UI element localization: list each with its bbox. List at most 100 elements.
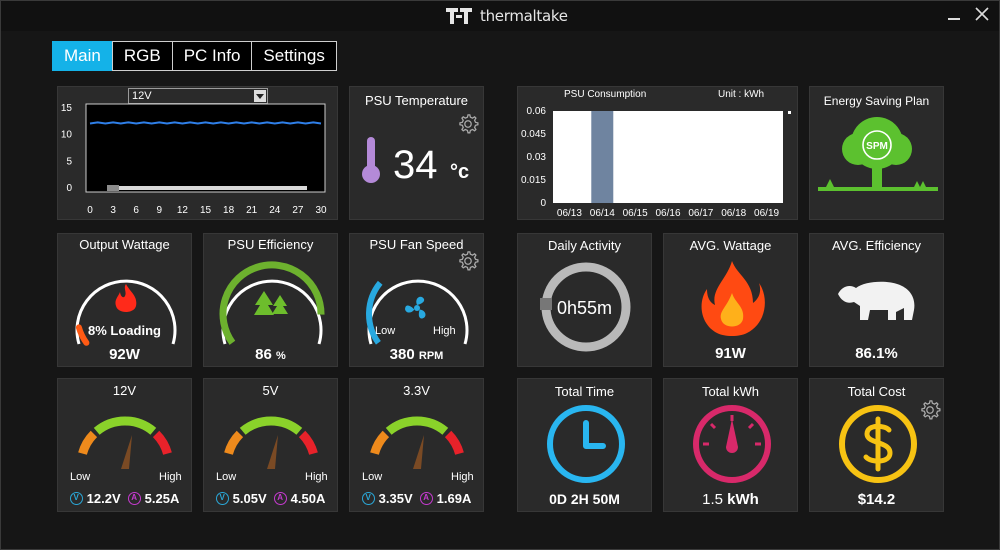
main-tabs: Main RGB PC Info Settings (52, 41, 337, 71)
clock-icon (547, 405, 625, 483)
gauge-segment (152, 430, 172, 455)
y-tick-label: 0 (540, 198, 546, 209)
x-tick-label: 06/19 (754, 208, 779, 219)
rail-line-chart: 0 3 6 9 12 15 18 21 24 27 30 0 5 10 15 (61, 103, 327, 216)
daily-activity-title: Daily Activity (548, 238, 621, 253)
rail-chart-panel: 12V 0 3 6 9 12 15 18 21 24 27 30 0 5 10 15 (57, 86, 338, 220)
x-tick-label: 18 (223, 205, 235, 216)
fan-icon (405, 296, 426, 319)
rail-5v-panel: 5V Low High V 5.05V A 4.50A (203, 378, 338, 512)
output-wattage-value: 92W (109, 346, 140, 363)
tab-settings[interactable]: Settings (251, 41, 337, 71)
rail-12v-voltage: 12.2V (86, 491, 121, 506)
total-cost-title: Total Cost (847, 384, 906, 399)
rail-3v3-voltage: 3.35V (378, 491, 413, 506)
bar-06/14 (591, 111, 614, 203)
gauge-segment (444, 430, 464, 455)
psu-efficiency-panel: PSU Efficiency 86 % (203, 233, 338, 367)
total-cost-panel: Total Cost $14.2 (809, 378, 944, 512)
voltage-icon: V (361, 492, 375, 505)
brand: thermaltake (446, 7, 568, 25)
fire-icon (115, 284, 137, 312)
rail-5v-current: 4.50A (290, 491, 326, 506)
avg-wattage-title: AVG. Wattage (689, 238, 772, 253)
x-tick-label: 06/14 (590, 208, 615, 219)
consumption-bar-chart: 0 0.015 0.03 0.045 0.06 06/13 06/14 06/15 06/16 0… (521, 106, 783, 219)
daily-activity-panel: Daily Activity 0h55m (517, 233, 652, 367)
total-kwh-title: Total kWh (701, 384, 760, 399)
gauge-needle (413, 435, 424, 469)
x-tick-label: 9 (157, 205, 163, 216)
tab-rgb[interactable]: RGB (111, 41, 173, 71)
app-window: thermaltake Main RGB PC Info Settings 12… (0, 0, 1000, 550)
x-tick-label: 06/13 (557, 208, 582, 219)
rail-3v3-title: 3.3V (403, 383, 430, 398)
gauge-segment (93, 416, 157, 435)
flame-icon (701, 261, 765, 336)
tab-main[interactable]: Main (52, 41, 113, 71)
x-tick-label: 06/15 (623, 208, 648, 219)
rail-3v3-high-label: High (451, 471, 474, 483)
current-icon: A (273, 492, 287, 505)
y-tick-label: 0.06 (527, 106, 547, 117)
current-icon: A (419, 492, 433, 505)
gauge-segment (78, 430, 98, 455)
rail-12v-low-label: Low (70, 471, 91, 483)
gear-icon[interactable] (919, 399, 941, 421)
x-tick-label: 24 (269, 205, 281, 216)
rail-12v-readout: V 12.2V A 5.25A (58, 491, 191, 506)
x-tick-label: 12 (177, 205, 189, 216)
psu-temperature-panel: PSU Temperature 34 °c (349, 86, 484, 220)
total-kwh-panel: Total kWh 1.5 kWh (663, 378, 798, 512)
x-tick-label: 06/16 (655, 208, 680, 219)
spm-logo-text: SPM (866, 141, 888, 152)
gauge-segment (239, 416, 303, 435)
close-icon (975, 7, 989, 21)
energy-saving-plan-title: Energy Saving Plan (823, 94, 930, 108)
x-tick-label: 3 (110, 205, 116, 216)
total-time-value: 0D 2H 50M (549, 491, 620, 507)
tab-pc-info[interactable]: PC Info (171, 41, 253, 71)
y-tick-label: 0 (66, 183, 72, 194)
rail-3v3-low-label: Low (362, 471, 383, 483)
output-wattage-panel: Output Wattage 8% Loading 92W (57, 233, 192, 367)
psu-temperature-value: 34 (393, 143, 438, 187)
rail-5v-title: 5V (262, 383, 279, 398)
energy-saving-plan-panel[interactable]: Energy Saving Plan SPM (809, 86, 944, 220)
rail-3v3-panel: 3.3V Low High V 3.35V A 1.69A (349, 378, 484, 512)
psu-efficiency-value: 86 % (255, 346, 286, 363)
x-tick-label: 15 (200, 205, 212, 216)
x-tick-label: 06/17 (688, 208, 713, 219)
fan-low-label: Low (375, 325, 396, 337)
gear-icon[interactable] (457, 113, 479, 135)
rail-5v-gauge (224, 416, 318, 469)
loading-text: 8% Loading (88, 323, 161, 338)
rail-12v-high-label: High (159, 471, 182, 483)
psu-efficiency-gauge (219, 261, 325, 345)
trees-icon (254, 291, 288, 315)
psu-temperature-title: PSU Temperature (364, 93, 469, 108)
meter-icon (693, 405, 771, 483)
gauge-needle (121, 435, 132, 469)
total-kwh-value: 1.5 kWh (702, 491, 759, 508)
time-scrollbar[interactable] (107, 186, 307, 190)
rail-3v3-gauge (370, 416, 464, 469)
rail-12v-gauge (78, 416, 172, 469)
psu-efficiency-title: PSU Efficiency (227, 237, 314, 252)
x-tick-label: 0 (87, 205, 93, 216)
psu-fan-speed-panel: PSU Fan Speed Low High 380 RPM (349, 233, 484, 367)
psu-temperature-unit: °c (450, 161, 470, 183)
time-scrollbar-thumb[interactable] (107, 185, 119, 191)
plot-area (85, 103, 326, 193)
minimize-button[interactable] (941, 4, 967, 28)
psu-consumption-panel: PSU Consumption Unit : kWh 0 0.015 0.03 0.0… (517, 86, 798, 220)
rail-5v-low-label: Low (216, 471, 237, 483)
tree-icon: SPM (818, 117, 938, 191)
avg-wattage-panel: AVG. Wattage 91W (663, 233, 798, 367)
close-button[interactable] (969, 4, 995, 28)
rail-12v-panel: 12V Low High V 12.2V A 5.25A (57, 378, 192, 512)
fan-speed-value: 380 RPM (389, 346, 444, 363)
thermometer-icon (362, 137, 380, 183)
dollar-coin-icon (839, 405, 917, 483)
fan-high-label: High (433, 325, 456, 337)
